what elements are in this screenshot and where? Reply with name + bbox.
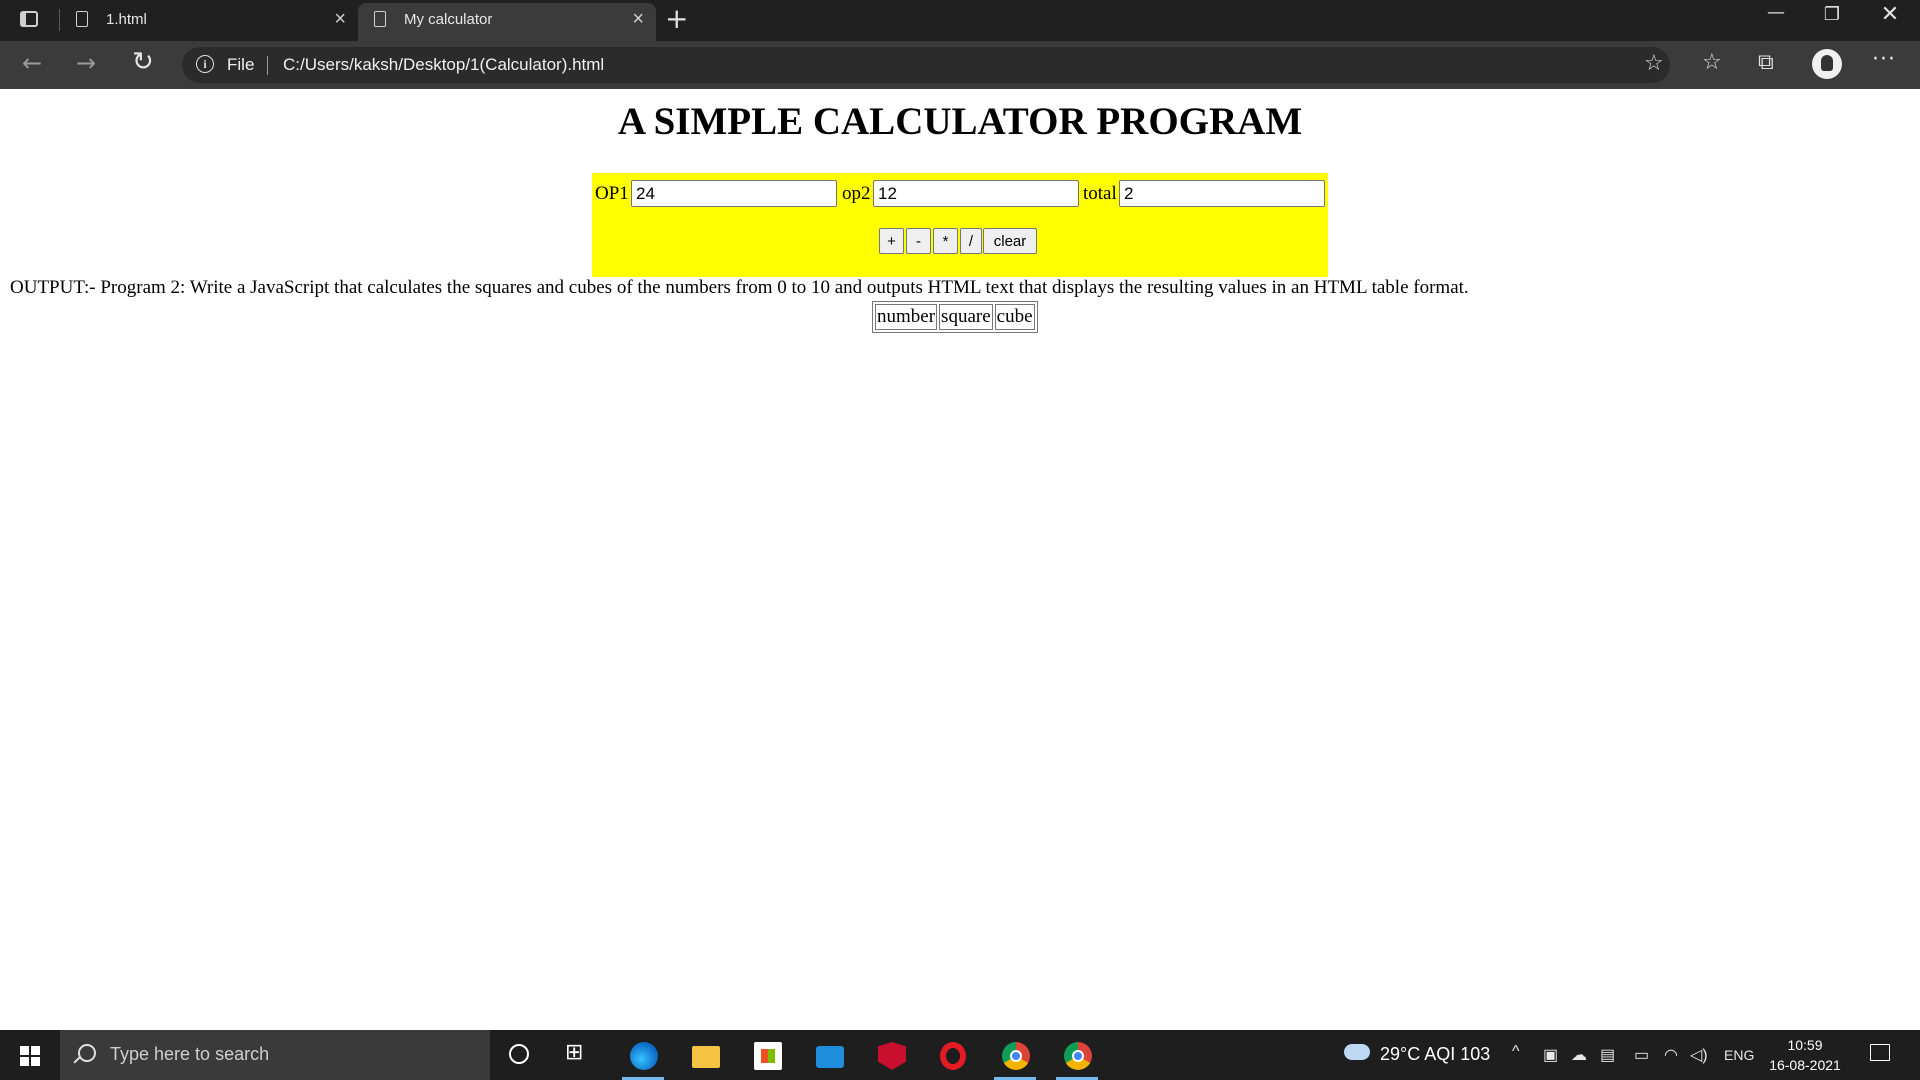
notifications-icon[interactable] [1870,1044,1890,1061]
header-square: square [939,304,993,330]
file-scheme-label: File [227,55,255,74]
info-icon[interactable]: i [196,55,214,73]
total-label: total [1083,183,1117,204]
clock-time: 10:59 [1787,1037,1823,1053]
task-view-icon[interactable]: ⊞ [565,1040,597,1070]
file-explorer-icon[interactable] [680,1036,730,1080]
header-number: number [875,304,938,330]
cortana-icon[interactable] [505,1040,537,1070]
chrome-icon[interactable] [990,1036,1040,1080]
weather-text[interactable]: 29°C AQI 103 [1380,1044,1490,1065]
volume-icon[interactable]: ◁) [1690,1045,1708,1065]
close-tab-icon[interactable]: × [632,8,644,30]
battery-icon[interactable]: ▭ [1634,1045,1649,1065]
favorites-icon[interactable]: ☆ [1702,50,1722,75]
show-hidden-icons-icon[interactable]: ^ [1512,1043,1520,1061]
op2-label: op2 [842,183,871,204]
taskbar: Type here to search ⊞ 29°C AQI 103 ^ ▣ ☁… [0,1030,1920,1080]
multiply-button[interactable]: * [933,228,958,254]
tab-label: 1.html [106,11,147,28]
forward-button[interactable]: → [76,49,96,77]
calculator-form: OP1 op2 total + - * / clear [592,173,1328,277]
header-cube: cube [994,304,1035,330]
new-tab-button[interactable]: + [665,5,688,33]
page-content: A SIMPLE CALCULATOR PROGRAM OP1 op2 tota… [0,89,1920,1030]
address-toolbar: ← → ↻ i File C:/Users/kaksh/Desktop/1(Ca… [0,41,1920,89]
weather-cloud-icon[interactable] [1344,1044,1370,1060]
onedrive-icon[interactable]: ☁ [1571,1045,1587,1065]
edge-app-icon[interactable] [618,1036,668,1080]
table-header-row: number square cube [875,304,1035,330]
profile-avatar[interactable] [1812,49,1842,79]
mail-icon[interactable] [804,1036,854,1080]
chrome-profile-icon[interactable] [1052,1036,1102,1080]
tab-actions-button[interactable] [0,0,60,41]
tab-label: My calculator [404,11,493,28]
add-favorite-icon[interactable]: ☆ [1644,51,1664,76]
close-tab-icon[interactable]: × [334,8,346,30]
document-icon [76,11,88,27]
op1-label: OP1 [595,183,629,204]
results-table: number square cube [872,301,1038,333]
microsoft-store-icon[interactable] [742,1036,792,1080]
clear-button[interactable]: clear [983,228,1037,254]
total-input[interactable] [1119,180,1325,207]
mcafee-icon[interactable] [866,1036,916,1080]
url-text[interactable]: C:/Users/kaksh/Desktop/1(Calculator).htm… [283,55,604,75]
minimize-button[interactable]: — [1748,2,1804,23]
opera-icon[interactable] [928,1036,978,1080]
reload-button[interactable]: ↻ [132,47,154,77]
clock-date: 16-08-2021 [1769,1057,1841,1073]
wifi-icon[interactable]: ◠ [1664,1045,1678,1065]
divide-button[interactable]: / [960,228,982,254]
windows-logo-icon [20,1046,29,1055]
op1-input[interactable] [631,180,837,207]
back-button[interactable]: ← [22,49,42,77]
page-title: A SIMPLE CALCULATOR PROGRAM [617,100,1303,143]
security-icon[interactable]: ▤ [1600,1045,1615,1065]
tab-1-html[interactable]: 1.html × [60,0,358,41]
op2-input[interactable] [873,180,1079,207]
tab-actions-icon [20,11,38,27]
start-button[interactable] [20,1046,40,1066]
collections-icon[interactable]: ⧉ [1758,50,1774,75]
browser-tab-bar: 1.html × My calculator × + — ❐ ✕ [0,0,1920,41]
address-separator [267,56,268,75]
clock[interactable]: 10:59 16-08-2021 [1768,1035,1842,1075]
address-bar[interactable]: i File C:/Users/kaksh/Desktop/1(Calculat… [182,47,1670,83]
close-window-button[interactable]: ✕ [1862,2,1918,27]
search-placeholder: Type here to search [110,1044,270,1064]
output-text: OUTPUT:- Program 2: Write a JavaScript t… [10,277,1469,298]
add-button[interactable]: + [879,228,904,254]
meet-now-icon[interactable]: ▣ [1543,1045,1558,1065]
subtract-button[interactable]: - [906,228,931,254]
language-indicator[interactable]: ENG [1724,1047,1754,1063]
document-icon [374,11,386,27]
taskbar-search[interactable]: Type here to search [60,1030,490,1080]
tab-my-calculator[interactable]: My calculator × [358,3,656,41]
search-icon [78,1044,96,1062]
more-options-icon[interactable]: ··· [1872,47,1896,72]
restore-button[interactable]: ❐ [1804,4,1860,25]
